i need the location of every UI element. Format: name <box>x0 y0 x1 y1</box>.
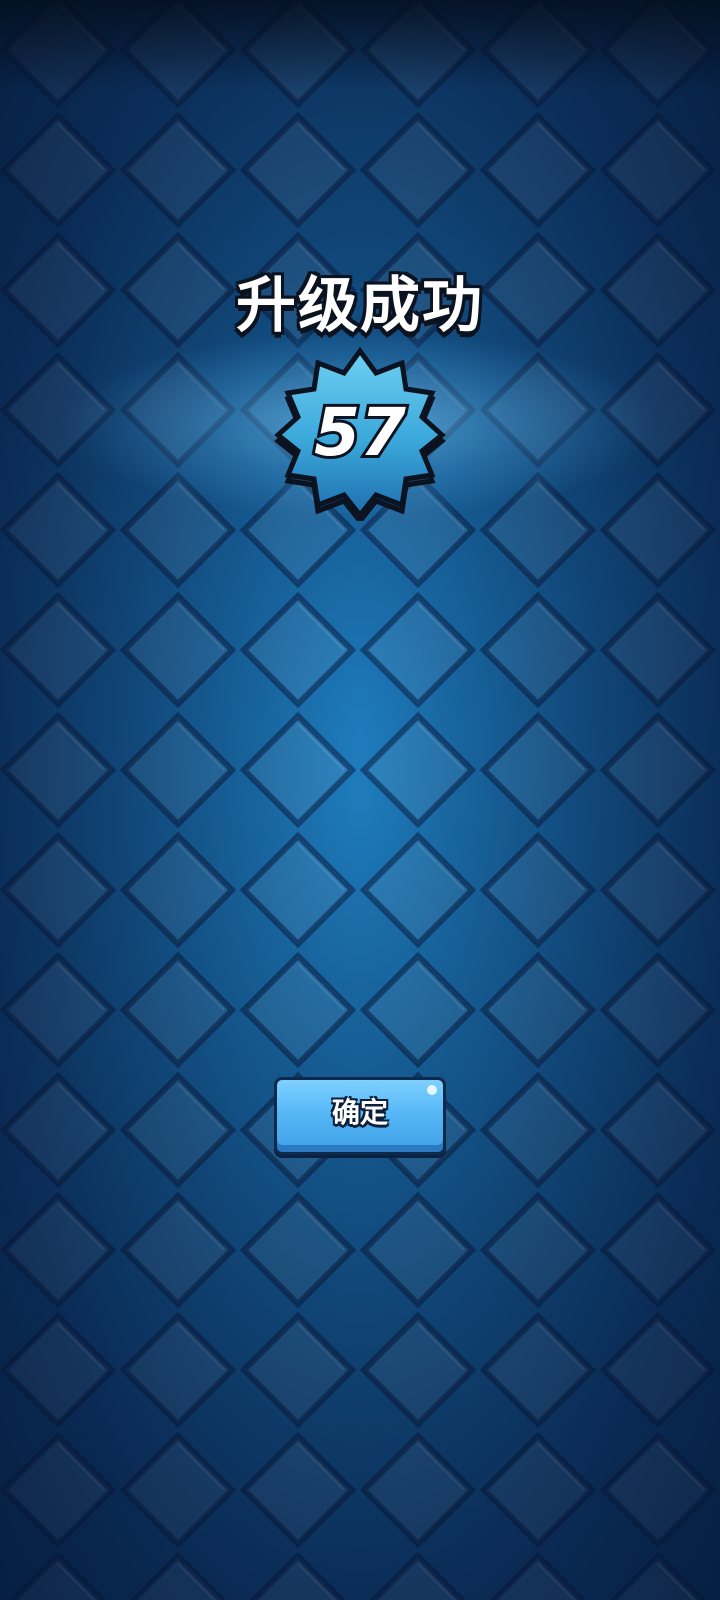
level-star-badge-icon: 57 <box>272 345 448 521</box>
level-up-screen: 升级成功 57 确定 <box>0 0 720 1600</box>
level-up-title: 升级成功 <box>236 271 484 341</box>
confirm-button[interactable]: 确定 <box>274 1077 446 1155</box>
confirm-button-label: 确定 <box>331 1096 388 1129</box>
status-bar-fade <box>0 0 720 90</box>
diamond-tile-background <box>0 0 720 1600</box>
level-number: 57 <box>314 394 406 471</box>
